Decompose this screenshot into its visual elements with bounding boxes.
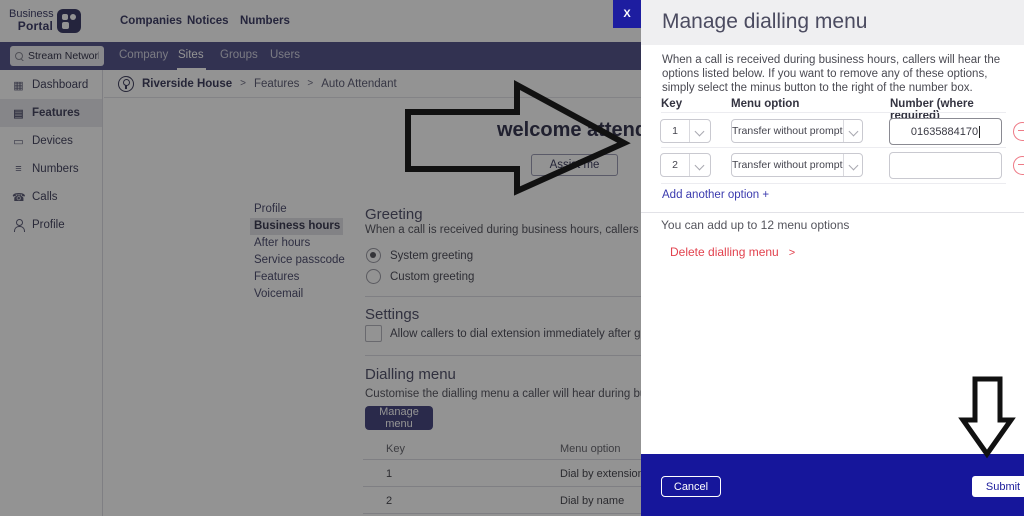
text-caret: [979, 125, 981, 138]
chevron-down-icon: [689, 154, 710, 176]
close-button[interactable]: X: [613, 0, 641, 28]
delete-dialling-menu-link[interactable]: Delete dialling menu >: [670, 245, 795, 259]
table-divider: [661, 112, 1006, 113]
cancel-button[interactable]: Cancel: [661, 476, 721, 497]
chevron-down-icon: [689, 120, 710, 142]
select-value: 1: [672, 125, 678, 137]
chevron-down-icon: [842, 120, 864, 142]
menu-option-select-2[interactable]: Transfer without prompt: [731, 153, 863, 177]
panel-title: Manage dialling menu: [662, 10, 868, 33]
limit-note: You can add up to 12 menu options: [661, 218, 850, 232]
modal-overlay: [0, 0, 641, 516]
column-menu-option: Menu option: [731, 98, 800, 110]
column-key: Key: [661, 98, 683, 110]
table-divider: [661, 183, 1006, 184]
select-value: Transfer without prompt: [732, 159, 843, 171]
app-window: Business Portal Companies Notices Number…: [0, 0, 1024, 516]
manage-dialling-menu-panel: X Manage dialling menu When a call is re…: [613, 0, 1024, 516]
chevron-down-icon: [842, 154, 864, 176]
select-value: Transfer without prompt: [732, 125, 843, 137]
table-divider: [661, 147, 1006, 148]
panel-divider: [641, 212, 1024, 213]
select-value: 2: [672, 159, 678, 171]
panel-footer: Cancel Submit: [641, 454, 1024, 516]
remove-option-button-1[interactable]: [1013, 122, 1024, 141]
number-value: 01635884170: [910, 125, 979, 138]
key-select-2[interactable]: 2: [660, 153, 711, 177]
key-select-1[interactable]: 1: [660, 119, 711, 143]
chevron-right-icon: >: [788, 247, 796, 259]
number-input-2[interactable]: [889, 152, 1002, 179]
panel-description: When a call is received during business …: [662, 54, 1001, 94]
add-another-option-link[interactable]: Add another option +: [662, 189, 769, 201]
submit-button[interactable]: Submit: [972, 476, 1024, 497]
remove-option-button-2[interactable]: [1013, 156, 1024, 175]
delete-link-label: Delete dialling menu: [670, 245, 779, 259]
number-input-1[interactable]: 01635884170: [889, 118, 1002, 145]
menu-option-select-1[interactable]: Transfer without prompt: [731, 119, 863, 143]
